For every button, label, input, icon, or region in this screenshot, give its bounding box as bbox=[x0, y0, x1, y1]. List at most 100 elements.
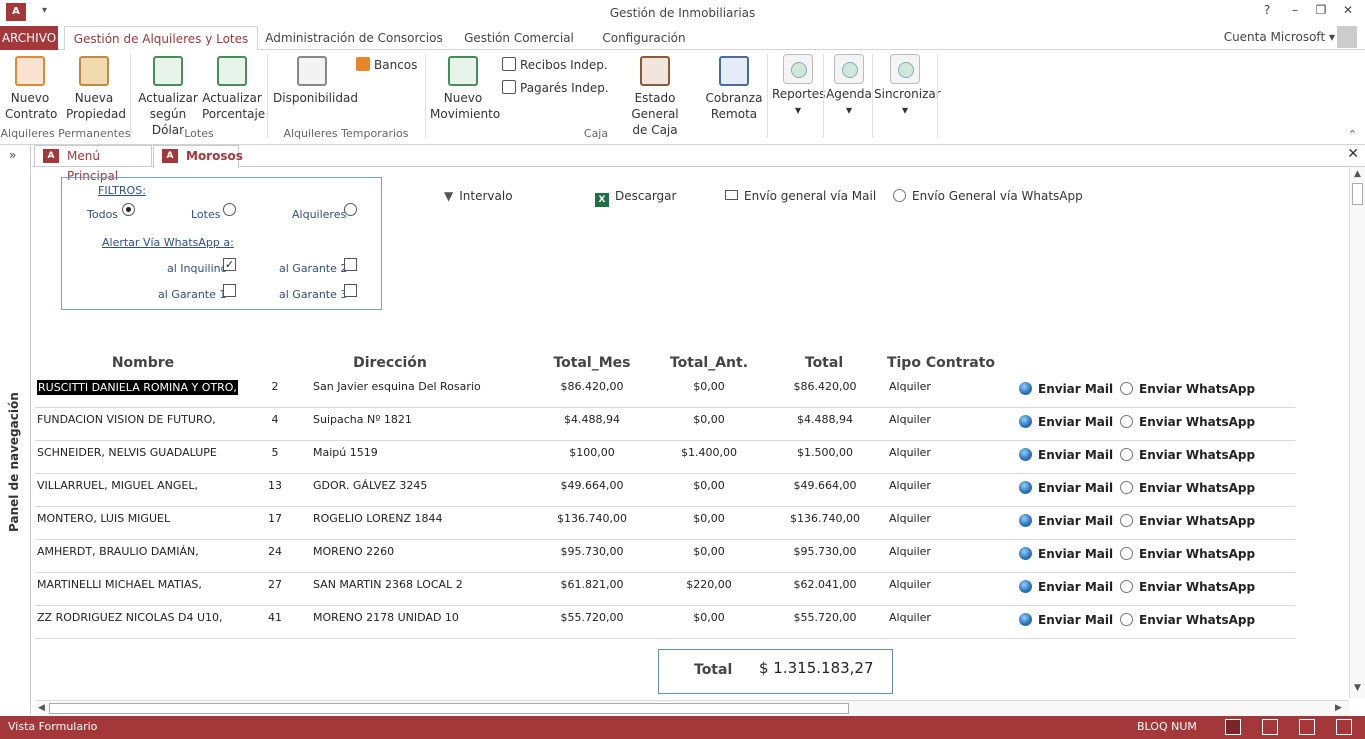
table-row[interactable]: ZZ RODRIGUEZ NICOLAS D4 U10, 41 MORENO 2… bbox=[35, 606, 1295, 639]
nav-expand-icon[interactable]: » bbox=[9, 148, 16, 162]
cell-direccion: MORENO 2260 bbox=[313, 545, 395, 558]
horizontal-scroll-thumb[interactable] bbox=[49, 703, 849, 714]
tab-gestion-alquileres[interactable]: Gestión de Alquileres y Lotes bbox=[64, 26, 258, 51]
scroll-left-icon[interactable]: ◀ bbox=[38, 703, 45, 713]
enviar-whatsapp-button[interactable]: Enviar WhatsApp bbox=[1120, 448, 1255, 462]
nuevo-movimiento-button[interactable]: Nuevo Movimiento bbox=[430, 56, 500, 122]
actualizar-dolar-button[interactable]: Actualizar según Dólar bbox=[134, 56, 202, 138]
vertical-scroll-thumb[interactable] bbox=[1352, 183, 1363, 205]
cobranza-remota-button[interactable]: Cobranza Remota bbox=[703, 56, 765, 122]
radio-alquileres[interactable] bbox=[344, 203, 357, 216]
avatar[interactable] bbox=[1337, 26, 1357, 48]
enviar-mail-button[interactable]: Enviar Mail bbox=[1019, 481, 1113, 495]
close-icon[interactable]: ✕ bbox=[1338, 3, 1358, 17]
layout-view-icon[interactable] bbox=[1299, 719, 1315, 735]
recibos-button[interactable]: Recibos Indep. bbox=[502, 57, 608, 73]
help-icon[interactable]: ? bbox=[1257, 3, 1277, 17]
estado-caja-button[interactable]: Estado General de Caja bbox=[613, 56, 697, 138]
cell-total: $4.488,94 bbox=[797, 413, 853, 426]
checkbox-garante2[interactable] bbox=[344, 258, 357, 271]
reportes-button[interactable]: Reportes ▾ bbox=[772, 54, 825, 118]
table-row[interactable]: RUSCITTI DANIELA ROMINA Y OTRO, 2 San Ja… bbox=[35, 375, 1295, 408]
account-label[interactable]: Cuenta Microsoft ▾ bbox=[1224, 30, 1335, 44]
scroll-down-icon[interactable]: ▼ bbox=[1354, 683, 1361, 693]
checkbox-label-inquilino: al Inquilino bbox=[167, 262, 228, 275]
navigation-pane[interactable]: » Panel de navegación bbox=[0, 145, 31, 715]
enviar-whatsapp-button[interactable]: Enviar WhatsApp bbox=[1120, 547, 1255, 561]
enviar-mail-button[interactable]: Enviar Mail bbox=[1019, 514, 1113, 528]
pagares-button[interactable]: Pagarés Indep. bbox=[502, 80, 609, 96]
enviar-whatsapp-button[interactable]: Enviar WhatsApp bbox=[1120, 415, 1255, 429]
cell-nombre[interactable]: VILLARRUEL, MIGUEL ANGEL, bbox=[37, 479, 198, 492]
cell-nombre[interactable]: MONTERO, LUIS MIGUEL bbox=[37, 512, 170, 525]
account-name[interactable]: Cuenta Microsoft bbox=[1224, 30, 1325, 44]
form-view-icon[interactable] bbox=[1225, 719, 1241, 735]
enviar-mail-button[interactable]: Enviar Mail bbox=[1019, 448, 1113, 462]
cell-nombre[interactable]: RUSCITTI DANIELA ROMINA Y OTRO, bbox=[37, 380, 238, 395]
enviar-mail-button[interactable]: Enviar Mail bbox=[1019, 382, 1113, 396]
tab-administracion-consorcios[interactable]: Administración de Consorcios bbox=[264, 26, 444, 51]
cell-nombre[interactable]: SCHNEIDER, NELVIS GUADALUPE bbox=[37, 446, 217, 459]
enviar-whatsapp-button[interactable]: Enviar WhatsApp bbox=[1120, 580, 1255, 594]
tab-gestion-comercial[interactable]: Gestión Comercial bbox=[458, 26, 580, 51]
bancos-button[interactable]: Bancos bbox=[356, 57, 417, 73]
actualizar-porcentaje-button[interactable]: Actualizar Porcentaje bbox=[202, 56, 265, 122]
table-row[interactable]: SCHNEIDER, NELVIS GUADALUPE 5 Maipú 1519… bbox=[35, 441, 1295, 474]
radio-lotes[interactable] bbox=[223, 203, 236, 216]
radio-todos[interactable] bbox=[122, 203, 135, 216]
enviar-mail-button[interactable]: Enviar Mail bbox=[1019, 547, 1113, 561]
checkbox-label-garante1: al Garante 1 bbox=[158, 288, 227, 301]
cell-nombre[interactable]: FUNDACION VISION DE FUTURO, bbox=[37, 413, 216, 426]
cell-nombre[interactable]: MARTINELLI MICHAEL MATIAS, bbox=[37, 578, 202, 591]
mail-general-button[interactable]: Envío general vía Mail bbox=[725, 189, 876, 203]
checkbox-inquilino[interactable]: ✓ bbox=[223, 258, 236, 271]
web-icon bbox=[1120, 547, 1133, 560]
agenda-icon bbox=[834, 54, 864, 84]
enviar-mail-button[interactable]: Enviar Mail bbox=[1019, 613, 1113, 627]
whatsapp-general-button[interactable]: Envío General vía WhatsApp bbox=[893, 189, 1083, 203]
checkbox-garante1[interactable] bbox=[223, 284, 236, 297]
collapse-ribbon-icon[interactable]: ⌃ bbox=[1348, 128, 1357, 141]
enviar-whatsapp-button[interactable]: Enviar WhatsApp bbox=[1120, 613, 1255, 627]
descargar-button[interactable]: X Descargar bbox=[595, 189, 676, 207]
vertical-scrollbar[interactable]: ▲ ▼ bbox=[1349, 167, 1365, 698]
doc-tab-morosos[interactable]: A Morosos bbox=[153, 145, 243, 168]
table-row[interactable]: MONTERO, LUIS MIGUEL 17 ROGELIO LORENZ 1… bbox=[35, 507, 1295, 540]
tab-archivo[interactable]: ARCHIVO bbox=[0, 26, 58, 50]
enviar-whatsapp-button[interactable]: Enviar WhatsApp bbox=[1120, 382, 1255, 396]
table-row[interactable]: AMHERDT, BRAULIO DAMIÁN, 24 MORENO 2260 … bbox=[35, 540, 1295, 573]
close-icon[interactable]: ✕ bbox=[1347, 146, 1359, 162]
tab-configuracion[interactable]: Configuración bbox=[596, 26, 692, 51]
design-view-icon[interactable] bbox=[1336, 719, 1352, 735]
table-row[interactable]: FUNDACION VISION DE FUTURO, 4 Suipacha N… bbox=[35, 408, 1295, 441]
cell-numero: 13 bbox=[268, 479, 282, 492]
filter-box: FILTROS: Todos Lotes Alquileres Alertar … bbox=[61, 177, 382, 310]
nueva-propiedad-button[interactable]: Nueva Propiedad bbox=[66, 56, 126, 122]
disponibilidad-button[interactable]: Disponibilidad bbox=[273, 56, 358, 106]
enviar-mail-button[interactable]: Enviar Mail bbox=[1019, 580, 1113, 594]
agenda-button[interactable]: Agenda ▾ bbox=[826, 54, 872, 118]
enviar-mail-button[interactable]: Enviar Mail bbox=[1019, 415, 1113, 429]
sincronizar-button[interactable]: Sincronizar ▾ bbox=[874, 54, 941, 118]
minimize-icon[interactable]: – bbox=[1285, 3, 1305, 17]
enviar-whatsapp-button[interactable]: Enviar WhatsApp bbox=[1120, 481, 1255, 495]
checkbox-garante3[interactable] bbox=[344, 284, 357, 297]
scroll-right-icon[interactable]: ▶ bbox=[1335, 703, 1342, 713]
horizontal-scrollbar[interactable]: ◀ ▶ bbox=[35, 700, 1349, 716]
excel-icon: X bbox=[595, 193, 609, 207]
cell-total-ant: $1.400,00 bbox=[681, 446, 737, 459]
scroll-up-icon[interactable]: ▲ bbox=[1354, 169, 1361, 179]
enviar-whatsapp-button[interactable]: Enviar WhatsApp bbox=[1120, 514, 1255, 528]
doc-tab-menu-principal[interactable]: A Menú Principal bbox=[34, 145, 152, 183]
nav-pane-label[interactable]: Panel de navegación bbox=[7, 392, 21, 532]
group-alquileres-permanentes: Alquileres Permanentes bbox=[0, 127, 131, 140]
restore-icon[interactable]: ❐ bbox=[1311, 3, 1331, 17]
intervalo-button[interactable]: ▼ Intervalo bbox=[444, 189, 513, 203]
cell-nombre[interactable]: AMHERDT, BRAULIO DAMIÁN, bbox=[37, 545, 199, 558]
datasheet-view-icon[interactable] bbox=[1262, 719, 1278, 735]
cell-nombre[interactable]: ZZ RODRIGUEZ NICOLAS D4 U10, bbox=[37, 611, 223, 624]
globe-icon bbox=[1019, 481, 1032, 494]
table-row[interactable]: VILLARRUEL, MIGUEL ANGEL, 13 GDOR. GÁLVE… bbox=[35, 474, 1295, 507]
nuevo-contrato-button[interactable]: Nuevo Contrato bbox=[5, 56, 57, 122]
table-row[interactable]: MARTINELLI MICHAEL MATIAS, 27 SAN MARTIN… bbox=[35, 573, 1295, 606]
